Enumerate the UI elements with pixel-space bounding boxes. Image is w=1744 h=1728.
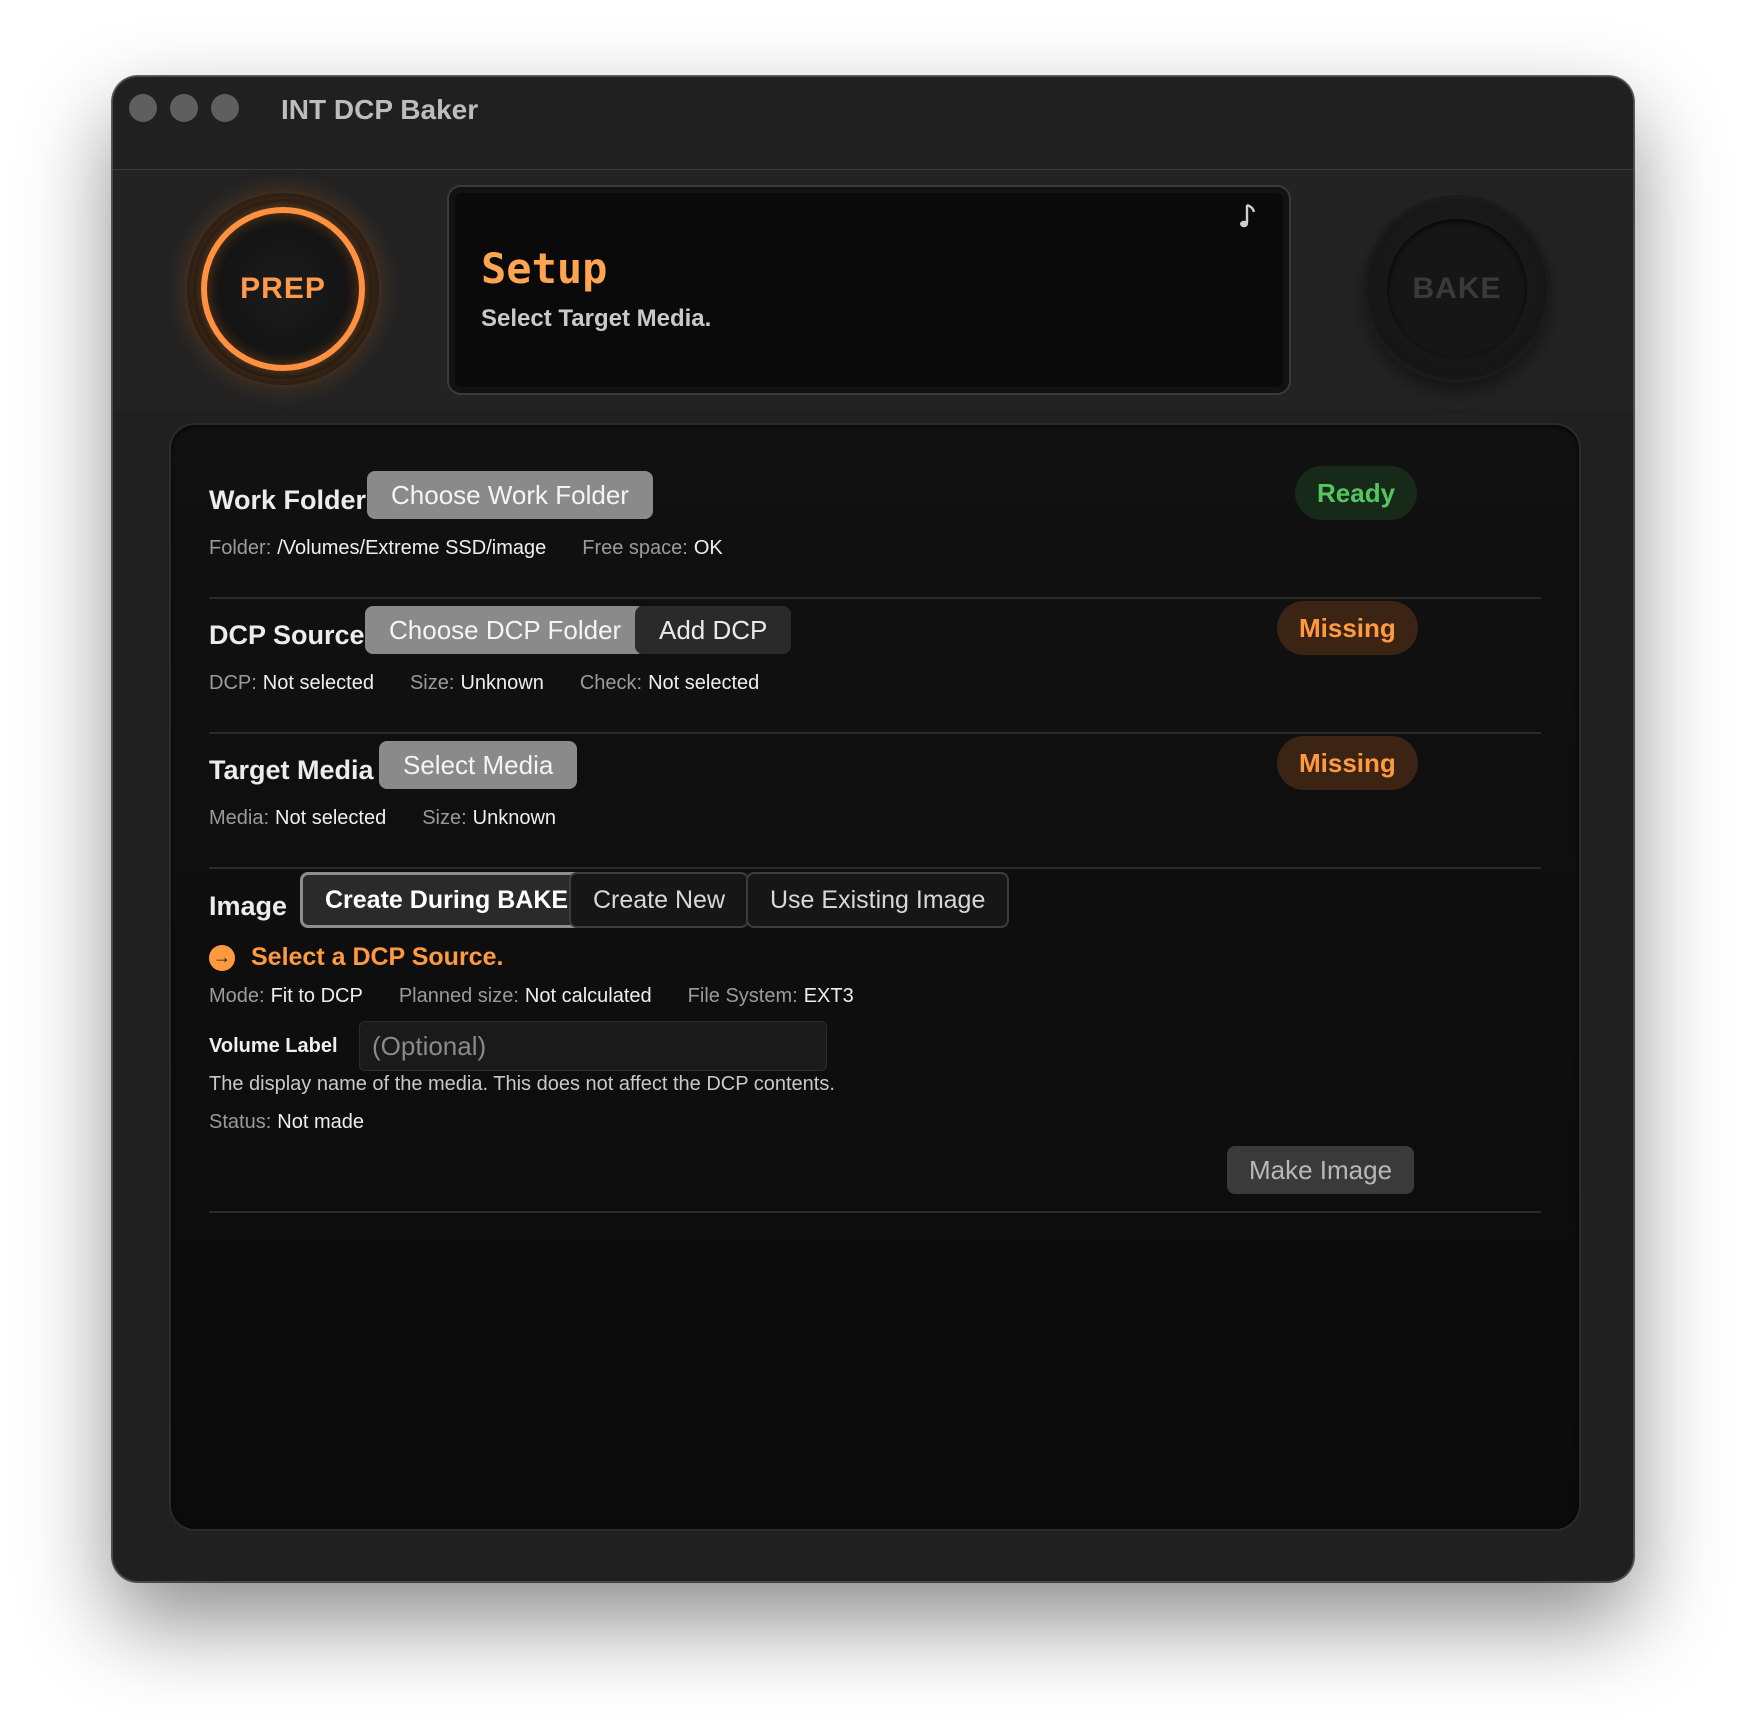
media-size-value: Unknown <box>472 807 557 829</box>
media-label: Media: <box>209 807 270 829</box>
dcp-value: Not selected <box>262 672 374 694</box>
mode-label: Mode: <box>209 985 265 1007</box>
create-during-bake-option[interactable]: Create During BAKE <box>300 872 594 928</box>
file-system-label: File System: <box>687 985 798 1007</box>
display-subtitle: Select Target Media. <box>481 305 712 332</box>
status-display: Setup Select Target Media. <box>447 185 1291 395</box>
close-window-button[interactable] <box>129 94 157 122</box>
setup-panel: Work Folder Choose Work Folder Ready Fol… <box>169 423 1581 1531</box>
display-title: Setup <box>481 244 608 293</box>
work-folder-status-badge: Ready <box>1295 466 1418 520</box>
dcp-check-label: Check: <box>579 672 643 694</box>
dcp-size-label: Size: <box>409 672 455 694</box>
media-size-label: Size: <box>422 807 467 829</box>
divider <box>209 1211 1541 1213</box>
image-meta: Mode: Fit to DCP Planned size: Not calculat… <box>209 985 890 1008</box>
minimize-window-button[interactable] <box>170 94 198 122</box>
bake-dial-button[interactable]: BAKE <box>1367 199 1547 379</box>
target-media-status-badge: Missing <box>1277 736 1418 790</box>
music-note-icon[interactable] <box>1237 201 1261 231</box>
media-value: Not selected <box>275 807 387 829</box>
mode-value: Fit to DCP <box>270 985 363 1007</box>
target-media-meta: Media: Not selected Size: Unknown <box>209 807 592 830</box>
volume-label-title: Volume Label <box>209 1035 338 1057</box>
select-media-button[interactable]: Select Media <box>379 741 578 789</box>
create-new-option[interactable]: Create New <box>569 872 749 928</box>
arrow-right-circle-icon: → <box>209 944 235 971</box>
image-status: Status: Not made <box>209 1111 400 1134</box>
volume-label-input[interactable] <box>359 1021 827 1071</box>
dcp-source-meta: DCP: Not selected Size: Unknown Check: Not se… <box>209 672 795 695</box>
planned-size-label: Planned size: <box>398 985 519 1007</box>
add-dcp-button[interactable]: Add DCP <box>635 606 792 654</box>
work-folder-title: Work Folder <box>209 485 367 515</box>
folder-label: Folder: <box>209 537 272 559</box>
make-image-button[interactable]: Make Image <box>1227 1146 1415 1194</box>
choose-work-folder-button[interactable]: Choose Work Folder <box>367 471 653 519</box>
status-value: Not made <box>277 1111 364 1133</box>
image-hint: → Select a DCP Source. <box>209 943 503 972</box>
image-title: Image <box>209 891 288 921</box>
dcp-size-value: Unknown <box>460 672 544 694</box>
prep-dial-button[interactable]: PREP <box>193 199 373 379</box>
volume-label-description: The display name of the media. This does… <box>209 1073 835 1095</box>
app-window: INT DCP Baker PREP Setup Select Target M… <box>112 76 1634 1582</box>
divider <box>209 732 1541 734</box>
prep-dial-label: PREP <box>240 272 326 305</box>
free-space-value: OK <box>693 537 723 559</box>
target-media-title: Target Media <box>209 755 374 785</box>
title-bar: INT DCP Baker <box>113 77 1633 170</box>
work-folder-meta: Folder:/Volumes/Extreme SSD/image Free sp… <box>209 537 759 560</box>
dcp-source-title: DCP Source <box>209 620 365 650</box>
zoom-window-button[interactable] <box>211 94 239 122</box>
free-space-label: Free space: <box>582 537 688 559</box>
status-label: Status: <box>209 1111 272 1133</box>
use-existing-image-option[interactable]: Use Existing Image <box>746 872 1010 928</box>
divider <box>209 597 1541 599</box>
dcp-label: DCP: <box>209 672 257 694</box>
choose-dcp-folder-button[interactable]: Choose DCP Folder <box>365 606 646 654</box>
divider <box>209 867 1541 869</box>
dcp-check-value: Not selected <box>648 672 760 694</box>
file-system-value: EXT3 <box>803 985 854 1007</box>
bake-dial-label: BAKE <box>1412 272 1502 305</box>
folder-value: /Volumes/Extreme SSD/image <box>277 537 547 559</box>
dcp-source-status-badge: Missing <box>1277 601 1418 655</box>
planned-size-value: Not calculated <box>524 985 652 1007</box>
image-hint-text: Select a DCP Source. <box>251 943 504 971</box>
window-title: INT DCP Baker <box>281 94 479 125</box>
